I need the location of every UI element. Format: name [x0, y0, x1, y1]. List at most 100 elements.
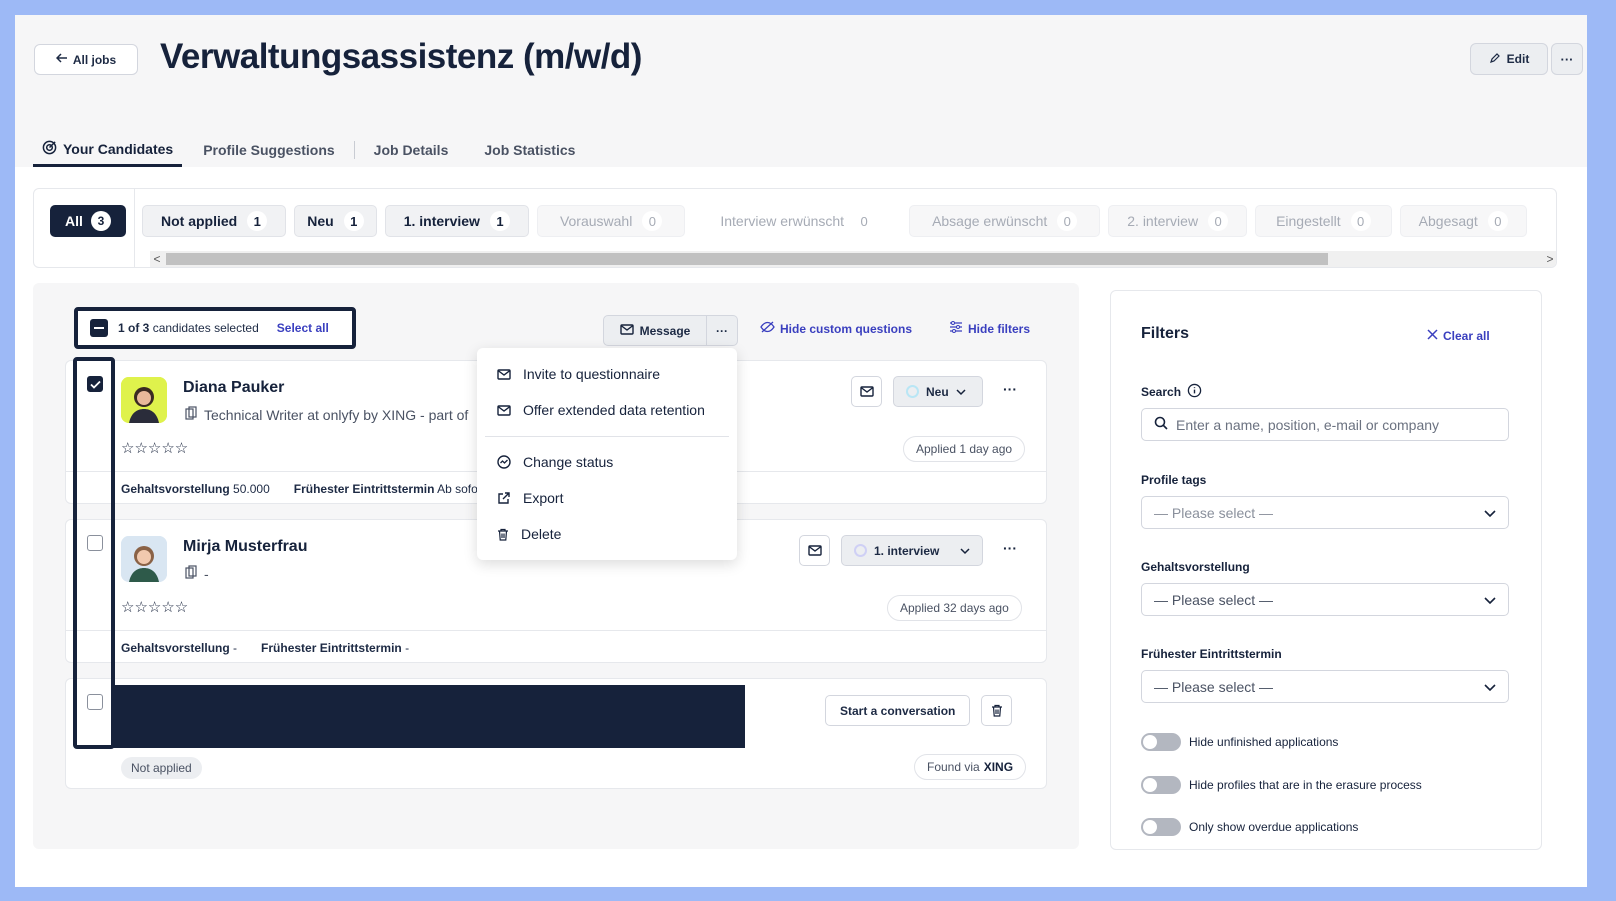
- select-placeholder: — Please select —: [1154, 591, 1274, 608]
- toggle-label: Hide profiles that are in the erasure pr…: [1189, 778, 1422, 792]
- menu-item-label: Invite to questionnaire: [523, 366, 660, 382]
- message-candidate-button[interactable]: [799, 535, 830, 566]
- toggle-switch[interactable]: [1141, 776, 1181, 794]
- toggle-hide-unfinished[interactable]: Hide unfinished applications: [1141, 733, 1338, 751]
- pill-count: 0: [1350, 211, 1371, 231]
- pill-label: Neu: [307, 213, 334, 229]
- candidate-checkbox[interactable]: [87, 694, 103, 710]
- toggle-hide-erasure[interactable]: Hide profiles that are in the erasure pr…: [1141, 776, 1422, 794]
- candidate-checkbox[interactable]: [87, 376, 103, 392]
- menu-divider: [485, 436, 729, 437]
- message-button[interactable]: Message: [603, 315, 707, 346]
- tab-your-candidates[interactable]: Your Candidates: [33, 133, 183, 167]
- hide-custom-questions-button[interactable]: Hide custom questions: [760, 321, 912, 336]
- menu-item-label: Export: [523, 490, 564, 506]
- status-pill-absage-erwuenscht[interactable]: Absage erwünscht 0: [909, 205, 1101, 237]
- status-pill-not-applied[interactable]: Not applied 1: [142, 205, 287, 237]
- search-placeholder: Enter a name, position, e-mail or compan…: [1176, 416, 1440, 433]
- status-pill-neu[interactable]: Neu 1: [294, 205, 377, 237]
- building-icon: [184, 406, 198, 423]
- pill-label: Not applied: [161, 213, 238, 229]
- pencil-icon: [1489, 52, 1501, 67]
- status-pill-interview-erwuenscht[interactable]: Interview erwünscht 0: [693, 205, 902, 237]
- salary-filter-label: Gehaltsvorstellung: [1141, 560, 1250, 574]
- clear-all-button[interactable]: Clear all: [1427, 329, 1490, 343]
- found-via-prefix: Found via: [927, 760, 980, 774]
- scroll-right-arrow[interactable]: >: [1543, 251, 1556, 267]
- tab-label: Your Candidates: [63, 140, 174, 157]
- message-more-button[interactable]: ···: [707, 315, 738, 346]
- menu-item-change-status[interactable]: Change status: [497, 454, 613, 470]
- edit-button[interactable]: Edit: [1470, 43, 1548, 75]
- found-via-source: XING: [983, 760, 1014, 774]
- toggle-switch[interactable]: [1141, 733, 1181, 751]
- salary-field: Gehaltsvorstellung 50.000: [121, 482, 270, 496]
- status-pill-all[interactable]: All 3: [50, 205, 126, 237]
- menu-item-delete[interactable]: Delete: [497, 526, 561, 542]
- applied-badge: Applied 1 day ago: [903, 436, 1026, 462]
- candidate-more-button[interactable]: ···: [1003, 540, 1017, 556]
- info-icon[interactable]: [1187, 383, 1202, 401]
- pill-count: 1: [343, 211, 364, 231]
- pill-count: 0: [1487, 211, 1508, 231]
- bulk-select-checkbox[interactable]: [90, 319, 108, 337]
- search-input[interactable]: Enter a name, position, e-mail or compan…: [1141, 408, 1509, 441]
- scroll-thumb[interactable]: [166, 253, 1328, 265]
- selection-text: 1 of 3 candidates selected: [118, 321, 259, 335]
- label-text: Search: [1141, 385, 1182, 399]
- pill-count: 0: [1057, 211, 1078, 231]
- status-select[interactable]: Neu: [893, 376, 983, 407]
- status-filter-bar: All 3 Not applied 1 Neu 1 1. interview 1 Vo…: [33, 188, 1557, 268]
- select-placeholder: — Please select —: [1154, 504, 1274, 521]
- pill-count: 1: [247, 211, 268, 231]
- status-pill-abgesagt[interactable]: Abgesagt 0: [1399, 205, 1527, 237]
- status-pill-vorauswahl[interactable]: Vorauswahl 0: [536, 205, 686, 237]
- salary-select[interactable]: — Please select —: [1141, 583, 1509, 616]
- chevron-down-icon: [960, 544, 970, 558]
- message-label: Message: [639, 323, 691, 338]
- back-label: All jobs: [72, 52, 117, 67]
- candidate-more-button[interactable]: ···: [1003, 381, 1017, 397]
- close-icon: [1427, 329, 1438, 343]
- back-to-all-jobs-button[interactable]: All jobs: [34, 44, 138, 75]
- tab-job-details[interactable]: Job Details: [365, 133, 458, 167]
- more-options-button[interactable]: ···: [1551, 43, 1583, 75]
- status-pill-1-interview[interactable]: 1. interview 1: [384, 205, 529, 237]
- menu-item-label: Delete: [521, 526, 562, 542]
- start-conversation-button[interactable]: Start a conversation: [825, 695, 971, 726]
- menu-item-export[interactable]: Export: [497, 490, 563, 506]
- horizontal-scrollbar[interactable]: < >: [150, 251, 1556, 267]
- scroll-left-arrow[interactable]: <: [150, 251, 164, 267]
- hide-filters-button[interactable]: Hide filters: [949, 321, 1030, 336]
- status-icon: [497, 455, 511, 469]
- tab-job-statistics[interactable]: Job Statistics: [475, 133, 584, 167]
- menu-item-offer-retention[interactable]: Offer extended data retention: [497, 402, 705, 418]
- candidate-name[interactable]: Diana Pauker: [183, 379, 284, 397]
- candidate-name[interactable]: Mirja Musterfrau: [183, 538, 307, 556]
- star-rating[interactable]: ☆☆☆☆☆: [121, 439, 188, 457]
- select-all-link[interactable]: Select all: [277, 321, 329, 335]
- start-date-select[interactable]: — Please select —: [1141, 670, 1509, 703]
- menu-item-invite-questionnaire[interactable]: Invite to questionnaire: [497, 366, 660, 382]
- toggle-switch[interactable]: [1141, 818, 1181, 836]
- sliders-icon: [949, 321, 963, 336]
- selection-summary: 1 of 3 candidates selected Select all: [74, 307, 356, 349]
- tab-profile-suggestions[interactable]: Profile Suggestions: [194, 133, 343, 167]
- field-value: -: [233, 640, 238, 655]
- candidate-checkbox[interactable]: [87, 535, 103, 551]
- message-button-group: Message ···: [603, 315, 738, 346]
- field-label: Gehaltsvorstellung: [121, 640, 230, 655]
- status-select[interactable]: 1. interview: [841, 535, 983, 566]
- delete-candidate-button[interactable]: [981, 695, 1012, 726]
- start-date-field: Frühester Eintrittstermin -: [261, 641, 409, 655]
- profile-tags-select[interactable]: — Please select —: [1141, 496, 1509, 529]
- pill-label: Interview erwünscht: [720, 213, 845, 229]
- toggle-only-overdue[interactable]: Only show overdue applications: [1141, 818, 1358, 836]
- page-header: All jobs Verwaltungsassistenz (m/w/d) Ed…: [15, 15, 1587, 170]
- status-pill-2-interview[interactable]: 2. interview 0: [1108, 205, 1248, 237]
- avatar: [121, 377, 167, 423]
- mail-icon: [807, 545, 822, 556]
- status-pill-eingestellt[interactable]: Eingestellt 0: [1255, 205, 1392, 237]
- message-candidate-button[interactable]: [851, 376, 882, 407]
- star-rating[interactable]: ☆☆☆☆☆: [121, 598, 188, 616]
